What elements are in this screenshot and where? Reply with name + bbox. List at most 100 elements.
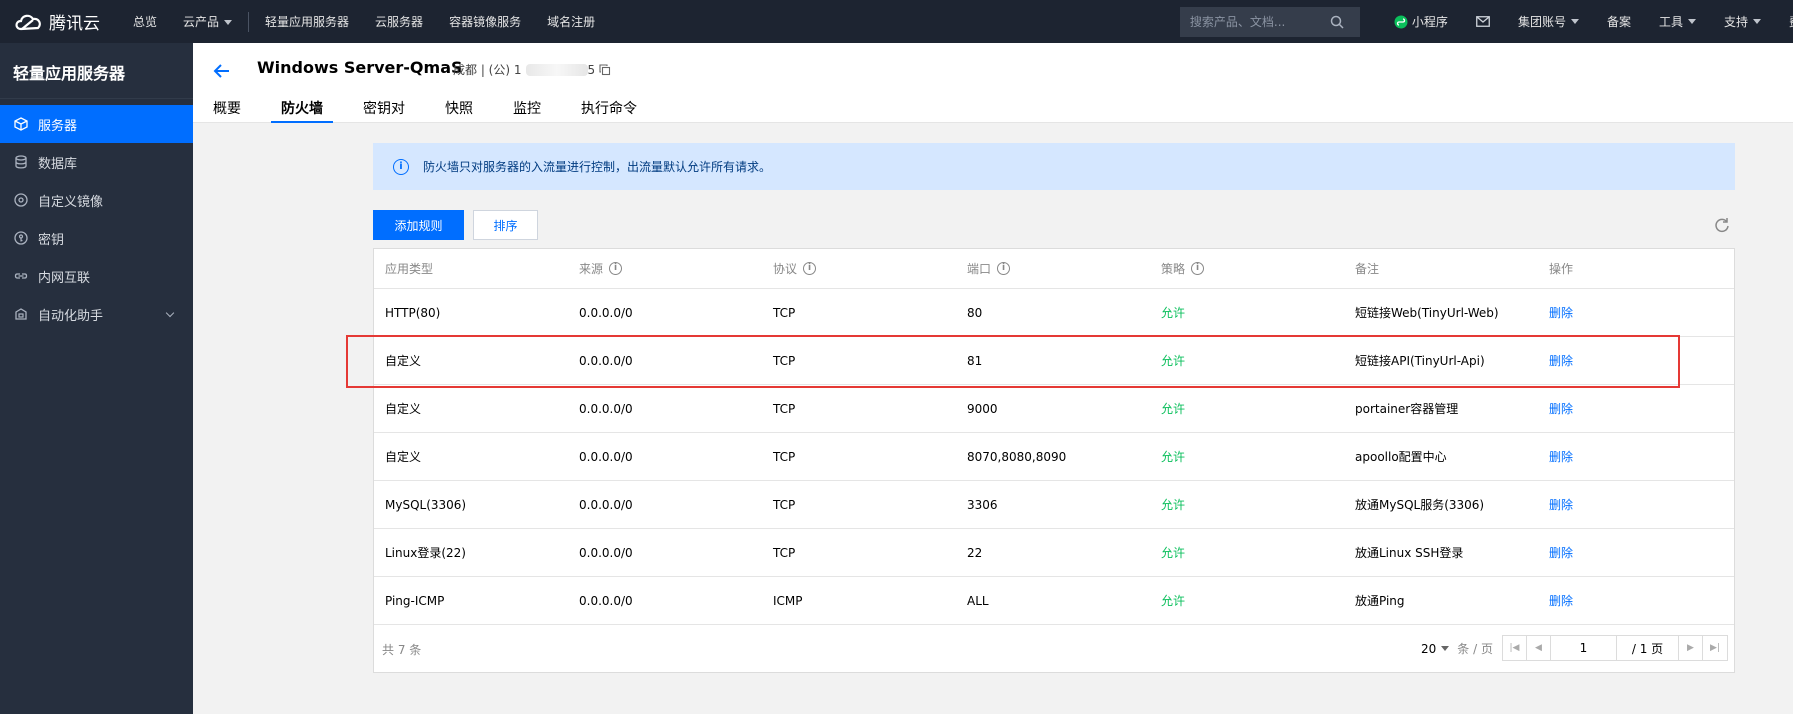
sidebar-title: 轻量应用服务器 xyxy=(0,43,193,99)
instance-region: 成都 | (公) 1 xyxy=(453,63,522,77)
col-label: 端口 xyxy=(967,262,992,276)
copy-icon[interactable] xyxy=(599,63,611,76)
nav-lighthouse[interactable]: 轻量应用服务器 xyxy=(252,13,362,30)
table-footer: 共 7 条 20 条 / 页 |◀ ◀ / 1 页 ▶ ▶| xyxy=(374,625,1734,673)
sidebar-item-automation[interactable]: 自动化助手 xyxy=(0,295,193,333)
cell-policy: 允许 xyxy=(1161,306,1186,320)
next-page-icon[interactable]: ▶ xyxy=(1679,636,1703,660)
cell-policy: 允许 xyxy=(1161,594,1186,608)
sort-button[interactable]: 排序 xyxy=(473,210,538,240)
cell-protocol: TCP xyxy=(773,353,796,368)
support-menu[interactable]: 支持 xyxy=(1710,13,1775,30)
page-size-select[interactable]: 20 条 / 页 xyxy=(1421,640,1493,657)
sidebar-item-custom-image[interactable]: 自定义镜像 xyxy=(0,181,193,219)
cell-protocol: TCP xyxy=(773,449,796,464)
filing-link[interactable]: 备案 xyxy=(1593,13,1645,30)
help-icon[interactable]: i xyxy=(803,262,817,275)
cell-protocol: TCP xyxy=(773,401,796,416)
prev-page-icon[interactable]: ◀ xyxy=(1527,636,1551,660)
top-navbar: 腾讯云 总览 云产品 轻量应用服务器 云服务器 容器镜像服务 域名注册 小程序 … xyxy=(0,0,1793,43)
cell-protocol: ICMP xyxy=(773,593,803,608)
cell-type: Ping-ICMP xyxy=(385,593,445,608)
chevron-down-icon[interactable] xyxy=(165,308,175,318)
mail-icon xyxy=(1476,16,1490,27)
nav-overview[interactable]: 总览 xyxy=(120,13,170,30)
table-row: 自定义 0.0.0.0/0 TCP 8070,8080,8090 允许 apoo… xyxy=(374,433,1734,481)
tab-firewall[interactable]: 防火墙 xyxy=(271,95,333,123)
help-icon[interactable]: i xyxy=(609,262,623,275)
delete-link[interactable]: 删除 xyxy=(1538,448,1728,465)
tab-keypair[interactable]: 密钥对 xyxy=(363,95,405,123)
cell-note: portainer容器管理 xyxy=(1355,402,1459,416)
nav-domain[interactable]: 域名注册 xyxy=(534,13,608,30)
col-label: 应用类型 xyxy=(385,262,434,276)
billing-link-partial[interactable]: 费 xyxy=(1775,13,1793,30)
page-number-input[interactable] xyxy=(1551,636,1617,660)
delete-link[interactable]: 删除 xyxy=(1538,304,1728,321)
first-page-icon[interactable]: |◀ xyxy=(1503,636,1527,660)
tab-monitor[interactable]: 监控 xyxy=(513,95,541,123)
cell-port: 8070,8080,8090 xyxy=(967,449,1067,464)
cell-policy: 允许 xyxy=(1161,450,1186,464)
refresh-icon[interactable] xyxy=(1713,216,1731,234)
last-page-icon[interactable]: ▶| xyxy=(1703,636,1727,660)
cell-protocol: TCP xyxy=(773,497,796,512)
global-search[interactable] xyxy=(1179,6,1360,37)
back-arrow-icon[interactable] xyxy=(211,60,233,82)
instance-meta: 成都 | (公) 1 5 xyxy=(453,61,611,78)
logo[interactable]: 腾讯云 xyxy=(0,9,120,34)
delete-link[interactable]: 删除 xyxy=(1538,592,1728,609)
tab-snapshot[interactable]: 快照 xyxy=(445,95,473,123)
sidebar-item-intranet[interactable]: 内网互联 xyxy=(0,257,193,295)
cell-port: 3306 xyxy=(967,497,998,512)
cell-note: 短链接API(TinyUrl-Api) xyxy=(1355,354,1485,368)
sidebar-item-label: 数据库 xyxy=(38,156,78,172)
mail-button[interactable] xyxy=(1462,16,1504,27)
cell-port: 9000 xyxy=(967,401,998,416)
chevron-down-icon xyxy=(224,20,233,25)
help-icon[interactable]: i xyxy=(997,262,1011,275)
cloud-logo-icon xyxy=(15,14,41,30)
nav-products[interactable]: 云产品 xyxy=(170,13,245,30)
delete-link[interactable]: 删除 xyxy=(1538,352,1728,369)
miniprogram-label: 小程序 xyxy=(1411,15,1448,29)
search-icon[interactable] xyxy=(1330,15,1344,29)
tab-overview[interactable]: 概要 xyxy=(213,95,241,123)
table-row: Linux登录(22) 0.0.0.0/0 TCP 22 允许 放通Linux … xyxy=(374,529,1734,577)
delete-link[interactable]: 删除 xyxy=(1538,400,1728,417)
info-banner: i 防火墙只对服务器的入流量进行控制，出流量默认允许所有请求。 xyxy=(373,143,1735,190)
info-text: 防火墙只对服务器的入流量进行控制，出流量默认允许所有请求。 xyxy=(423,160,772,174)
cell-source: 0.0.0.0/0 xyxy=(579,401,633,416)
sidebar-item-database[interactable]: 数据库 xyxy=(0,143,193,181)
cell-policy: 允许 xyxy=(1161,402,1186,416)
page-title: Windows Server-QmaS xyxy=(257,58,463,77)
cell-source: 0.0.0.0/0 xyxy=(579,305,633,320)
delete-link[interactable]: 删除 xyxy=(1538,496,1728,513)
search-input[interactable] xyxy=(1189,14,1330,29)
cell-type: 自定义 xyxy=(385,354,422,368)
group-account-menu[interactable]: 集团账号 xyxy=(1504,13,1593,30)
col-header-protocol: 协议 i xyxy=(762,260,956,277)
page-size-unit: 条 / 页 xyxy=(1457,642,1493,656)
miniprogram-link[interactable]: 小程序 xyxy=(1380,13,1462,30)
sidebar-item-keys[interactable]: 密钥 xyxy=(0,219,193,257)
help-icon[interactable]: i xyxy=(1191,262,1205,275)
cell-type: MySQL(3306) xyxy=(385,497,467,512)
nav-tcr[interactable]: 容器镜像服务 xyxy=(436,13,534,30)
add-rule-button[interactable]: 添加规则 xyxy=(373,210,464,240)
tools-menu[interactable]: 工具 xyxy=(1645,13,1710,30)
table-row: MySQL(3306) 0.0.0.0/0 TCP 3306 允许 放通MySQ… xyxy=(374,481,1734,529)
cell-policy: 允许 xyxy=(1161,354,1186,368)
robot-icon xyxy=(14,307,28,321)
redacted-ip xyxy=(525,63,588,76)
col-label: 操作 xyxy=(1549,262,1574,276)
delete-link[interactable]: 删除 xyxy=(1538,544,1728,561)
tab-run-command[interactable]: 执行命令 xyxy=(581,95,637,123)
table-header-row: 应用类型 来源 i 协议 i 端口 i 策略 i 备注 操作 xyxy=(374,249,1734,289)
total-count: 共 7 条 xyxy=(382,642,422,657)
nav-cvm[interactable]: 云服务器 xyxy=(362,13,436,30)
cell-source: 0.0.0.0/0 xyxy=(579,545,633,560)
table-row: 自定义 0.0.0.0/0 TCP 9000 允许 portainer容器管理 … xyxy=(374,385,1734,433)
cell-note: 放通Linux SSH登录 xyxy=(1355,546,1464,560)
sidebar-item-servers[interactable]: 服务器 xyxy=(0,105,193,143)
